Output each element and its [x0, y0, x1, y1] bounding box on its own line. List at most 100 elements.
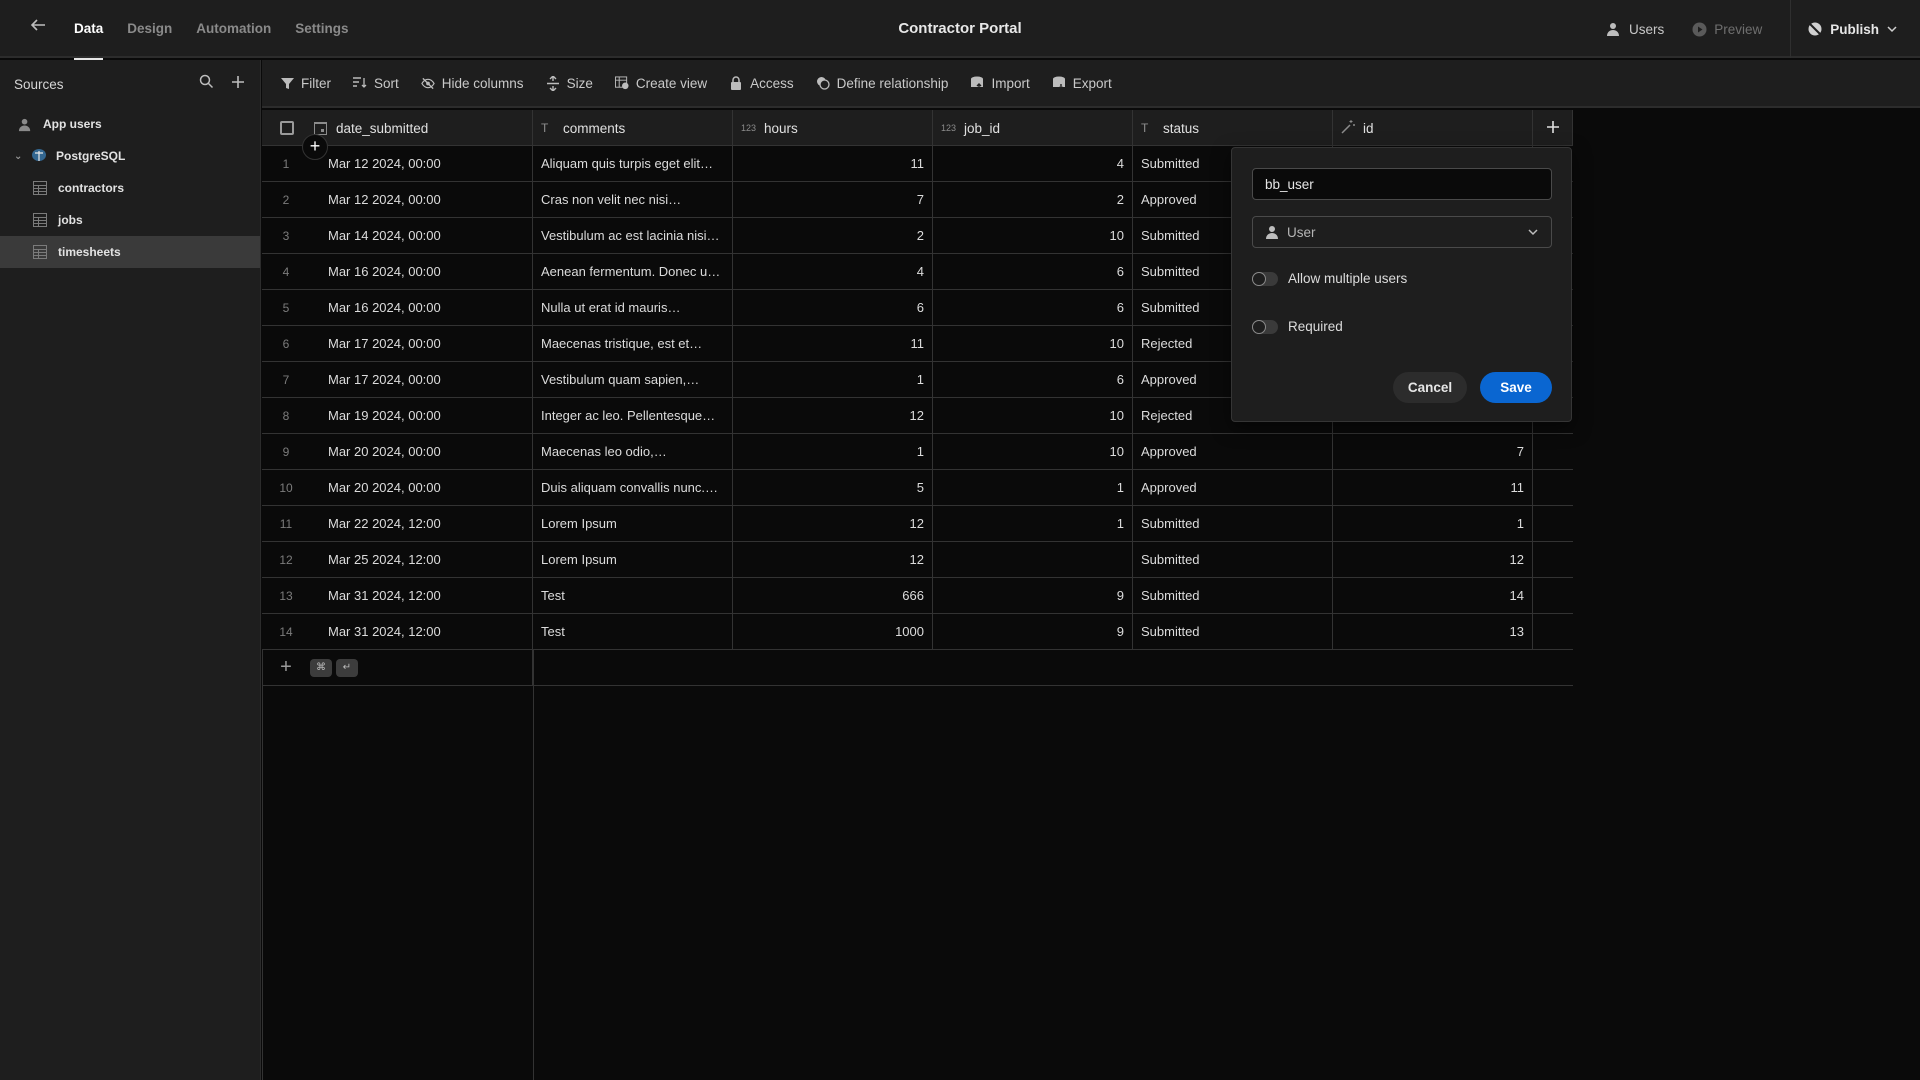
add-source-icon[interactable]: [230, 75, 246, 94]
cell-comments[interactable]: Integer ac leo. Pellentesque…: [533, 398, 733, 433]
cell-hours[interactable]: 7: [733, 182, 933, 217]
insert-row-button[interactable]: +: [302, 134, 328, 160]
cell-id[interactable]: 13: [1333, 614, 1533, 649]
sidebar-item-jobs[interactable]: jobs: [0, 204, 260, 236]
column-header-comments[interactable]: T comments: [533, 110, 733, 146]
cell-id[interactable]: 12: [1333, 542, 1533, 577]
cell-date_submitted[interactable]: 7 Mar 17 2024, 00:00: [262, 362, 533, 397]
chevron-down-icon[interactable]: ⌄: [14, 151, 26, 162]
cell-job_id[interactable]: 6: [933, 362, 1133, 397]
cell-hours[interactable]: 666: [733, 578, 933, 613]
cell-comments[interactable]: Maecenas tristique, est et…: [533, 326, 733, 361]
cell-date_submitted[interactable]: 13 Mar 31 2024, 12:00: [262, 578, 533, 613]
cell-date_submitted[interactable]: 8 Mar 19 2024, 00:00: [262, 398, 533, 433]
cell-comments[interactable]: Lorem Ipsum: [533, 506, 733, 541]
column-header-id[interactable]: id: [1333, 110, 1533, 146]
column-header-hours[interactable]: 123 hours: [733, 110, 933, 146]
cell-id[interactable]: 14: [1333, 578, 1533, 613]
cell-status[interactable]: Approved: [1133, 470, 1333, 505]
cell-hours[interactable]: 11: [733, 146, 933, 181]
toggle-switch[interactable]: [1252, 319, 1278, 334]
toggle-switch[interactable]: [1252, 271, 1278, 286]
cell-job_id[interactable]: 9: [933, 614, 1133, 649]
column-type-select[interactable]: User: [1252, 216, 1552, 248]
cell-hours[interactable]: 1: [733, 434, 933, 469]
required-toggle[interactable]: Required: [1252, 319, 1343, 334]
cell-id[interactable]: 11: [1333, 470, 1533, 505]
cell-date_submitted[interactable]: 11 Mar 22 2024, 12:00: [262, 506, 533, 541]
tab-automation[interactable]: Automation: [196, 0, 271, 58]
cell-hours[interactable]: 12: [733, 542, 933, 577]
cell-date_submitted[interactable]: 14 Mar 31 2024, 12:00: [262, 614, 533, 649]
cell-date_submitted[interactable]: 6 Mar 17 2024, 00:00: [262, 326, 533, 361]
cell-hours[interactable]: 11: [733, 326, 933, 361]
cell-hours[interactable]: 6: [733, 290, 933, 325]
cell-hours[interactable]: 12: [733, 398, 933, 433]
table-row[interactable]: 10 Mar 20 2024, 00:00 Duis aliquam convall…: [262, 470, 1573, 506]
import-button[interactable]: Import: [970, 76, 1030, 91]
preview-button[interactable]: Preview: [1692, 22, 1762, 37]
cell-status[interactable]: Submitted: [1133, 578, 1333, 613]
cell-job_id[interactable]: 1: [933, 506, 1133, 541]
cell-comments[interactable]: Lorem Ipsum: [533, 542, 733, 577]
publish-button[interactable]: Publish: [1807, 21, 1898, 37]
cell-comments[interactable]: Vestibulum ac est lacinia nisi…: [533, 218, 733, 253]
save-button[interactable]: Save: [1480, 372, 1552, 403]
table-row[interactable]: 12 Mar 25 2024, 12:00 Lorem Ipsum 12 Submitt…: [262, 542, 1573, 578]
table-row[interactable]: 11 Mar 22 2024, 12:00 Lorem Ipsum 12 1 Submit…: [262, 506, 1573, 542]
search-icon[interactable]: [198, 74, 214, 94]
sidebar-item-app-users[interactable]: App users: [0, 108, 260, 140]
sidebar-item-contractors[interactable]: contractors: [0, 172, 260, 204]
back-button[interactable]: [26, 16, 50, 40]
cell-hours[interactable]: 5: [733, 470, 933, 505]
cell-job_id[interactable]: 4: [933, 146, 1133, 181]
column-header-status[interactable]: T status: [1133, 110, 1333, 146]
cell-job_id[interactable]: 10: [933, 434, 1133, 469]
hide-columns-button[interactable]: Hide columns: [421, 76, 524, 91]
cell-date_submitted[interactable]: 5 Mar 16 2024, 00:00: [262, 290, 533, 325]
export-button[interactable]: Export: [1052, 76, 1112, 91]
add-row-button[interactable]: +: [262, 656, 310, 679]
cell-comments[interactable]: Maecenas leo odio,…: [533, 434, 733, 469]
cell-hours[interactable]: 2: [733, 218, 933, 253]
cell-date_submitted[interactable]: 12 Mar 25 2024, 12:00: [262, 542, 533, 577]
cell-job_id[interactable]: 6: [933, 290, 1133, 325]
cell-id[interactable]: 7: [1333, 434, 1533, 469]
filter-button[interactable]: Filter: [280, 76, 331, 91]
cell-job_id[interactable]: 1: [933, 470, 1133, 505]
size-button[interactable]: Size: [546, 75, 593, 91]
cell-comments[interactable]: Test: [533, 578, 733, 613]
cell-hours[interactable]: 1: [733, 362, 933, 397]
cell-comments[interactable]: Aliquam quis turpis eget elit…: [533, 146, 733, 181]
column-header-job_id[interactable]: 123 job_id: [933, 110, 1133, 146]
tab-data[interactable]: Data: [74, 0, 104, 60]
tab-settings[interactable]: Settings: [295, 0, 348, 58]
cell-comments[interactable]: Cras non velit nec nisi…: [533, 182, 733, 217]
table-row[interactable]: 9 Mar 20 2024, 00:00 Maecenas leo odio,… 1 1…: [262, 434, 1573, 470]
table-row[interactable]: 14 Mar 31 2024, 12:00 Test 1000 9 Submitted 13: [262, 614, 1573, 650]
add-column-button[interactable]: [1533, 110, 1573, 146]
users-button[interactable]: Users: [1606, 21, 1664, 37]
cell-comments[interactable]: Vestibulum quam sapien,…: [533, 362, 733, 397]
table-row[interactable]: 13 Mar 31 2024, 12:00 Test 666 9 Submitted 14: [262, 578, 1573, 614]
cell-hours[interactable]: 4: [733, 254, 933, 289]
cell-date_submitted[interactable]: 10 Mar 20 2024, 00:00: [262, 470, 533, 505]
access-button[interactable]: Access: [729, 76, 794, 91]
cell-comments[interactable]: Duis aliquam convallis nunc.…: [533, 470, 733, 505]
cell-date_submitted[interactable]: 4 Mar 16 2024, 00:00: [262, 254, 533, 289]
sidebar-item-postgresql[interactable]: ⌄ PostgreSQL: [0, 140, 260, 172]
cell-job_id[interactable]: 10: [933, 398, 1133, 433]
cell-date_submitted[interactable]: 9 Mar 20 2024, 00:00: [262, 434, 533, 469]
sidebar-item-timesheets[interactable]: timesheets: [0, 236, 260, 268]
cell-job_id[interactable]: 9: [933, 578, 1133, 613]
cell-id[interactable]: 1: [1333, 506, 1533, 541]
cell-date_submitted[interactable]: 2 Mar 12 2024, 00:00: [262, 182, 533, 217]
cell-hours[interactable]: 12: [733, 506, 933, 541]
cell-status[interactable]: Submitted: [1133, 542, 1333, 577]
allow-multiple-users-toggle[interactable]: Allow multiple users: [1252, 271, 1407, 286]
cell-hours[interactable]: 1000: [733, 614, 933, 649]
cell-job_id[interactable]: [933, 542, 1133, 577]
cancel-button[interactable]: Cancel: [1393, 372, 1467, 403]
sort-button[interactable]: Sort: [353, 76, 399, 91]
define-relationship-button[interactable]: Define relationship: [816, 76, 948, 91]
